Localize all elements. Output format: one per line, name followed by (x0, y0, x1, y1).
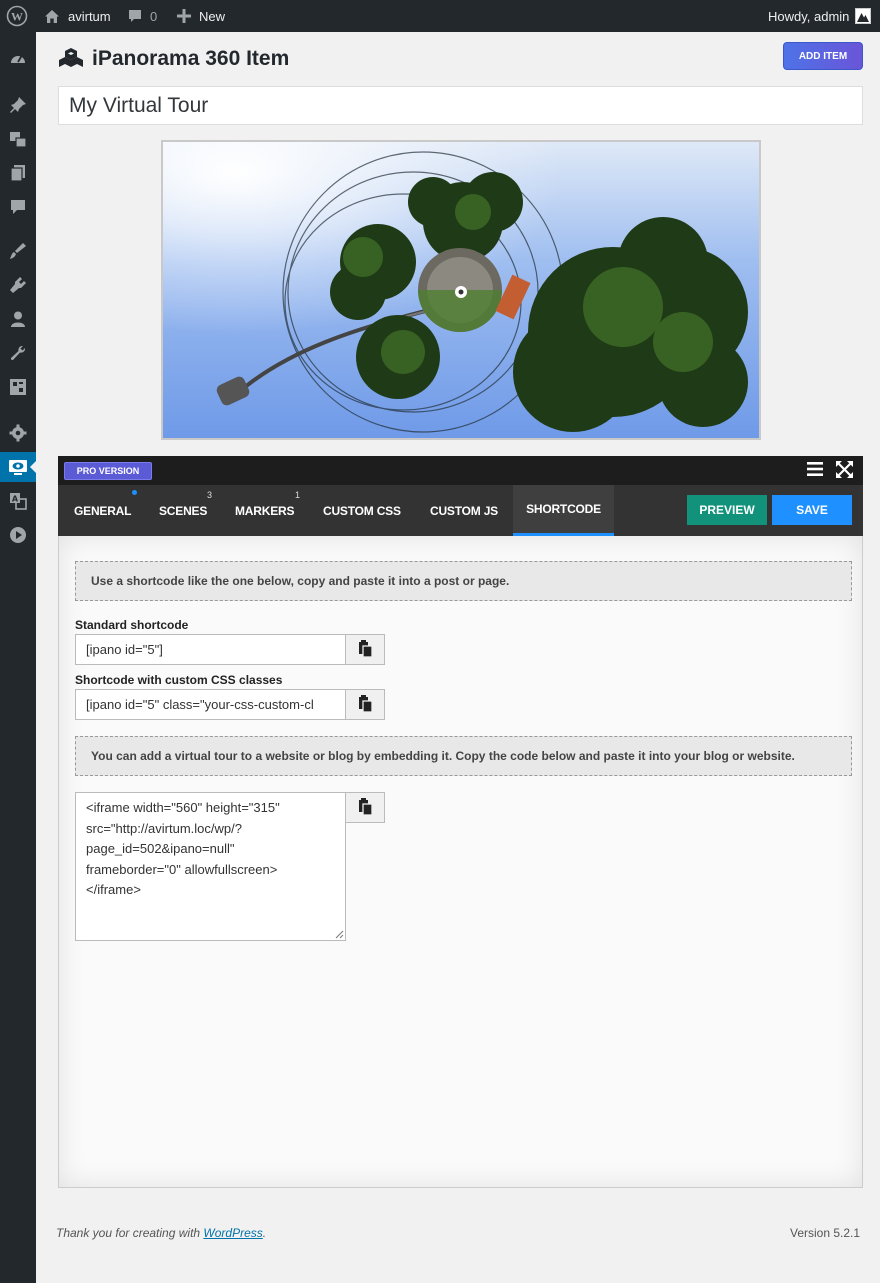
comments-icon[interactable] (0, 192, 36, 222)
comments-link[interactable]: 0 (128, 0, 157, 32)
greeting: Howdy, admin (768, 8, 850, 24)
plugins-icon[interactable] (0, 270, 36, 300)
tab-label: GENERAL (74, 503, 132, 518)
tab-label: MARKERS (235, 503, 295, 518)
tab-label: CUSTOM CSS (323, 503, 401, 518)
standard-shortcode-input[interactable]: [ipano id="5"] (75, 634, 346, 665)
save-button[interactable]: SAVE (772, 495, 852, 525)
item-title-input[interactable]: My Virtual Tour (58, 86, 863, 125)
new-content-link[interactable]: New (177, 0, 225, 32)
play-icon[interactable] (0, 520, 36, 550)
tools-icon[interactable] (0, 338, 36, 368)
custom-shortcode-input[interactable]: [ipano id="5" class="your-css-custom-cl (75, 689, 346, 720)
panorama-preview-image[interactable] (161, 140, 761, 440)
comments-count: 0 (150, 8, 158, 24)
tab-custom-js[interactable]: CUSTOM JS (430, 485, 498, 536)
resize-grip-icon[interactable] (335, 930, 344, 939)
tab-count: 3 (207, 490, 212, 500)
site-name: avirtum (68, 8, 111, 24)
copy-standard-shortcode-button[interactable] (345, 634, 385, 665)
ipanorama-menu-icon[interactable] (0, 452, 37, 482)
new-label: New (199, 8, 226, 24)
copy-embed-code-button[interactable] (345, 792, 385, 823)
footer-version: Version 5.2.1 (790, 1226, 861, 1240)
shortcode-notice: Use a shortcode like the one below, copy… (75, 561, 852, 601)
wordpress-link[interactable]: WordPress (203, 1226, 262, 1240)
copy-icon (358, 797, 373, 818)
tab-count: 1 (295, 490, 300, 500)
media-icon[interactable] (0, 124, 36, 154)
home-icon (44, 9, 60, 24)
wordpress-logo-icon[interactable]: W (6, 0, 28, 32)
unsaved-dot (132, 490, 137, 495)
embed-notice: You can add a virtual tour to a website … (75, 736, 852, 776)
plus-icon (177, 9, 191, 23)
page-header: iPanorama 360 Item (58, 44, 289, 74)
tab-label: SCENES (159, 503, 208, 518)
tab-general[interactable]: GENERAL (74, 485, 137, 536)
copy-icon (358, 694, 373, 715)
tab-shortcode[interactable]: SHORTCODE (513, 485, 614, 536)
admin-bar: W avirtum 0 New Howdy, admin (0, 0, 880, 32)
custom-plugin-icon[interactable] (0, 372, 36, 402)
footer-period: . (262, 1226, 267, 1240)
svg-text:W: W (11, 10, 23, 24)
appearance-icon[interactable] (0, 236, 36, 266)
translate-icon[interactable]: A (0, 486, 36, 516)
embed-code-textarea[interactable]: <iframe width="560" height="315" src="ht… (75, 792, 346, 941)
tab-label: CUSTOM JS (430, 503, 498, 518)
tab-scenes[interactable]: SCENES 3 (159, 485, 212, 536)
add-item-button[interactable]: ADD ITEM (783, 42, 863, 70)
avatar (855, 8, 872, 24)
copy-icon (358, 639, 373, 660)
users-icon[interactable] (0, 304, 36, 334)
pages-icon[interactable] (0, 158, 36, 188)
page-title: iPanorama 360 Item (92, 47, 290, 70)
standard-shortcode-label: Standard shortcode (75, 618, 189, 632)
dashboard-icon[interactable] (0, 44, 36, 74)
editor-toolbar: PRO VERSION (58, 456, 863, 485)
menu-icon[interactable] (807, 462, 823, 479)
fullscreen-icon[interactable] (836, 461, 853, 481)
preview-button[interactable]: PREVIEW (687, 495, 767, 525)
copy-custom-shortcode-button[interactable] (345, 689, 385, 720)
tab-markers[interactable]: MARKERS 1 (235, 485, 300, 536)
settings-icon[interactable] (0, 418, 36, 448)
my-account-link[interactable]: Howdy, admin (768, 0, 872, 32)
site-home-link[interactable]: avirtum (44, 0, 111, 32)
tab-custom-css[interactable]: CUSTOM CSS (323, 485, 401, 536)
footer-thanks-text: Thank you for creating with (56, 1226, 204, 1240)
pro-version-badge[interactable]: PRO VERSION (64, 462, 152, 480)
cubes-icon (58, 47, 84, 72)
custom-shortcode-label: Shortcode with custom CSS classes (75, 673, 283, 687)
footer-credit: Thank you for creating with WordPress. (56, 1226, 266, 1240)
comment-icon (128, 9, 142, 23)
posts-icon[interactable] (0, 90, 36, 120)
tab-label: SHORTCODE (526, 502, 601, 516)
admin-sidebar: A (0, 32, 37, 1283)
svg-text:A: A (12, 495, 19, 504)
